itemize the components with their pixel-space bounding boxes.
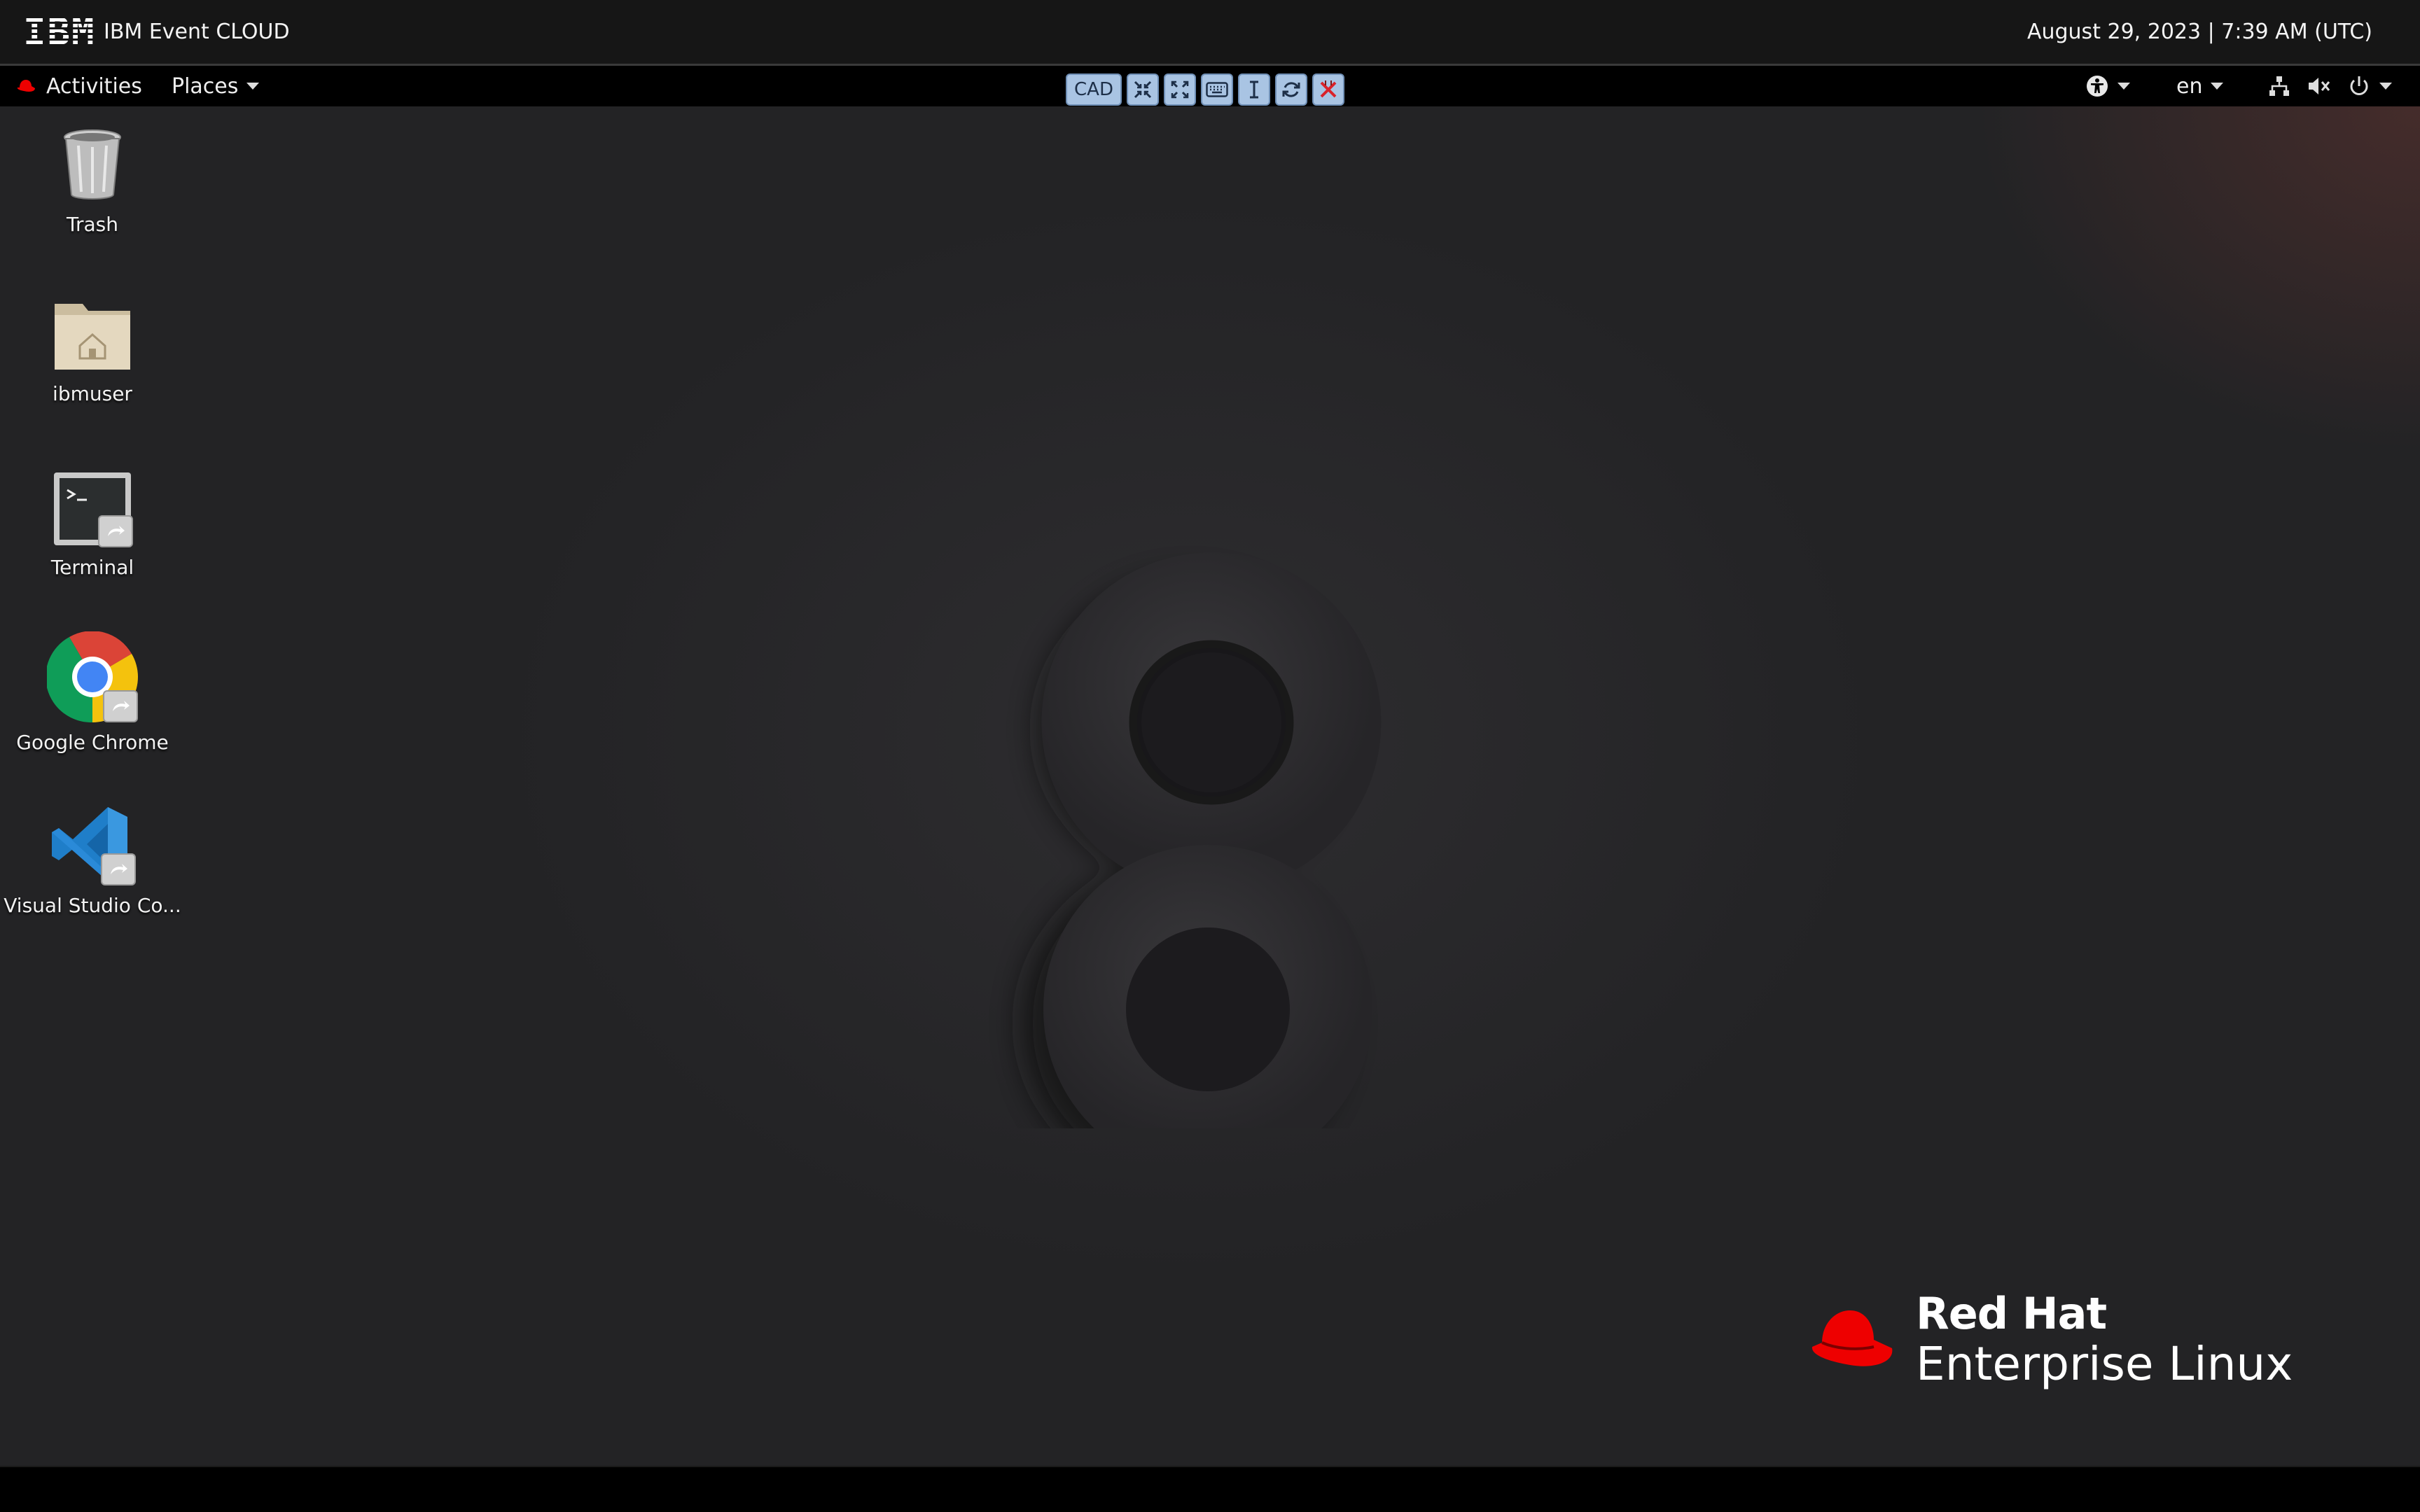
app-title: IBM Event CLOUD: [104, 20, 290, 44]
ctrl-alt-del-button[interactable]: CAD: [1066, 74, 1122, 106]
desktop-icon-label: Trash: [67, 213, 118, 236]
power-icon: [2350, 76, 2368, 95]
language-menu[interactable]: en: [2176, 71, 2224, 101]
desktop-icon-label: ibmuser: [53, 382, 132, 405]
red-hat-logo-icon: [1811, 1310, 1893, 1366]
shrink-icon: [1134, 80, 1152, 99]
volume-muted-icon: [2309, 78, 2330, 94]
chevron-down-icon: [2211, 83, 2224, 90]
shortcut-arrow-icon: [103, 690, 138, 722]
bottom-bar: [0, 1466, 2420, 1512]
disconnect-button[interactable]: [1312, 74, 1344, 106]
chevron-down-icon: [246, 83, 260, 90]
places-label: Places: [172, 74, 239, 99]
keyboard-button[interactable]: [1200, 74, 1233, 106]
chevron-down-icon: [2118, 83, 2130, 90]
rhel-8-wallpaper-numeral: [1022, 552, 1382, 1128]
activities-label: Activities: [46, 74, 142, 99]
shrink-button[interactable]: [1126, 74, 1159, 106]
ibm-logo: IBM: [23, 10, 96, 54]
fullscreen-button[interactable]: [1163, 74, 1196, 106]
header-datetime: August 29, 2023 | 7:39 AM (UTC): [2026, 20, 2372, 44]
desktop: Red Hat Enterprise Linux Trash ibmuser T…: [0, 106, 2420, 1466]
shortcut-arrow-icon: [101, 853, 136, 886]
accessibility-menu[interactable]: [2085, 71, 2130, 101]
remote-viewer-toolbar: CAD: [1066, 74, 1344, 106]
fullscreen-icon: [1171, 80, 1189, 99]
brand-product: Enterprise Linux: [1916, 1337, 2293, 1391]
desktop-icon-google-chrome[interactable]: Google Chrome: [5, 631, 180, 754]
red-hat-enterprise-linux-logo: Red Hat Enterprise Linux: [1807, 1289, 2293, 1390]
chevron-down-icon: [2379, 83, 2392, 90]
ibm-header: IBM IBM Event CLOUD August 29, 2023 | 7:…: [0, 0, 2420, 66]
text-cursor-icon: [1249, 80, 1258, 99]
trash-icon: [64, 130, 121, 200]
brand-name: Red Hat: [1916, 1288, 2107, 1339]
red-hat-icon: [17, 80, 35, 92]
system-menu[interactable]: [2267, 71, 2392, 101]
desktop-icon-vscode[interactable]: Visual Studio Co...: [4, 803, 181, 917]
home-folder-icon: [55, 304, 130, 370]
activities-button[interactable]: Activities: [15, 71, 142, 101]
desktop-icon-label: Visual Studio Co...: [4, 894, 181, 917]
disconnect-icon: [1320, 80, 1337, 98]
shortcut-arrow-icon: [98, 515, 133, 547]
cad-label: CAD: [1074, 79, 1113, 100]
text-input-button[interactable]: [1237, 74, 1270, 106]
refresh-button[interactable]: [1274, 74, 1307, 106]
keyboard-icon: [1206, 82, 1228, 97]
desktop-icon-trash[interactable]: Trash: [5, 127, 180, 236]
network-icon: [2269, 76, 2289, 96]
refresh-icon: [1282, 82, 1300, 97]
desktop-icon-home-folder[interactable]: ibmuser: [5, 297, 180, 405]
language-label: en: [2176, 74, 2203, 99]
desktop-icon-terminal[interactable]: Terminal: [5, 470, 180, 579]
desktop-icon-label: Google Chrome: [16, 731, 169, 754]
accessibility-icon: [2087, 76, 2108, 97]
desktop-icon-label: Terminal: [50, 556, 134, 579]
places-menu[interactable]: Places: [172, 71, 260, 101]
